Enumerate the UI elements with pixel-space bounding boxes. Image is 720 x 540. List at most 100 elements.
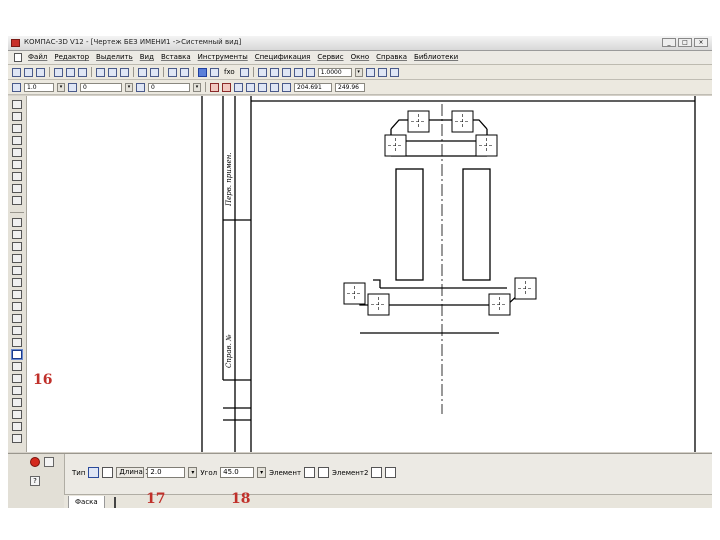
bezier-icon[interactable] — [12, 338, 22, 347]
element-keep-icon[interactable] — [318, 467, 330, 478]
new-document-icon[interactable] — [12, 67, 21, 77]
zoom-dropdown-icon[interactable]: ▾ — [354, 67, 363, 77]
layer-field[interactable]: 0 — [80, 82, 122, 92]
chamfer-type-length-angle-icon[interactable] — [88, 467, 100, 478]
toolbar-separator — [205, 82, 206, 92]
designations-icon[interactable] — [12, 124, 22, 133]
menu-tools[interactable]: Инструменты — [198, 53, 248, 61]
menu-help[interactable]: Справка — [376, 53, 407, 61]
cut-icon[interactable] — [96, 67, 105, 77]
format-brush-icon[interactable] — [138, 67, 147, 77]
auxiliary-line-icon[interactable] — [12, 230, 22, 239]
geometry-icon[interactable] — [12, 100, 22, 109]
round-icon[interactable] — [270, 82, 279, 92]
element2-keep-icon[interactable] — [385, 467, 397, 478]
zoom-all-icon[interactable] — [305, 67, 315, 77]
circle-icon[interactable] — [12, 254, 22, 263]
library-icon[interactable] — [150, 67, 159, 77]
drawing-canvas[interactable]: Перв. примен. Справ. № — [27, 96, 712, 452]
text-icon[interactable] — [12, 422, 22, 431]
maximize-button[interactable]: □ — [678, 38, 692, 47]
element2-trim-icon[interactable] — [371, 467, 383, 478]
snap-icon[interactable] — [210, 82, 219, 92]
open-folder-icon[interactable] — [24, 67, 33, 77]
angle-dropdown-icon[interactable]: ▾ — [257, 467, 267, 478]
zoom-field[interactable]: 1.0000 — [317, 67, 352, 77]
snap-settings-icon[interactable] — [222, 82, 231, 92]
spline-icon[interactable] — [12, 290, 22, 299]
local-cs-icon[interactable] — [258, 82, 267, 92]
length-field[interactable]: 2.0 — [147, 467, 186, 478]
pan-icon[interactable] — [365, 67, 375, 77]
document-icon[interactable] — [14, 53, 22, 62]
menu-insert[interactable]: Вставка — [161, 53, 191, 61]
orthogonal-icon[interactable] — [246, 82, 255, 92]
parametrize-icon[interactable] — [12, 148, 22, 157]
print-preview-icon[interactable] — [66, 67, 75, 77]
segment-icon[interactable] — [12, 242, 22, 251]
zoom-out-icon[interactable] — [281, 67, 291, 77]
stop-command-icon[interactable] — [30, 457, 40, 467]
polygon-icon[interactable] — [12, 386, 22, 395]
undo-icon[interactable] — [168, 67, 177, 77]
chamfer-type-lengths-icon[interactable] — [102, 467, 114, 478]
paste-icon[interactable] — [120, 67, 129, 77]
hatch-icon[interactable] — [12, 398, 22, 407]
manager-icon[interactable] — [198, 67, 207, 77]
refresh-icon[interactable] — [257, 67, 267, 77]
table-icon[interactable] — [12, 434, 22, 443]
fx-button[interactable]: fxo — [222, 68, 237, 76]
menu-view[interactable]: Вид — [140, 53, 154, 61]
offset-icon[interactable] — [12, 326, 22, 335]
angle-field[interactable]: 45.0 — [220, 467, 255, 478]
cursor-y-field[interactable]: 249.96 — [335, 82, 365, 92]
menu-libraries[interactable]: Библиотеки — [414, 53, 458, 61]
rectangle-icon[interactable] — [12, 374, 22, 383]
spec-icon[interactable] — [12, 184, 22, 193]
minimize-button[interactable]: _ — [662, 38, 676, 47]
arc-icon[interactable] — [12, 266, 22, 275]
rotate-icon[interactable] — [377, 67, 387, 77]
menu-select[interactable]: Выделить — [96, 53, 133, 61]
copy-icon[interactable] — [108, 67, 117, 77]
redo-icon[interactable] — [180, 67, 189, 77]
fill-icon[interactable] — [12, 410, 22, 419]
layer-dropdown-icon[interactable]: ▾ — [125, 82, 133, 92]
edit-icon[interactable] — [12, 136, 22, 145]
help-pointer-icon[interactable] — [239, 67, 249, 77]
create-object-icon[interactable] — [44, 457, 54, 467]
element-trim-icon[interactable] — [304, 467, 316, 478]
style-dropdown-icon[interactable]: ▾ — [193, 82, 201, 92]
polyline-icon[interactable] — [12, 302, 22, 311]
cursor-x-field[interactable]: 204.691 — [294, 82, 332, 92]
contour-icon[interactable] — [12, 314, 22, 323]
save-icon[interactable] — [36, 67, 45, 77]
scale-field[interactable]: 1.0 — [24, 82, 54, 92]
menu-service[interactable]: Сервис — [317, 53, 343, 61]
select-icon[interactable] — [12, 172, 22, 181]
print-icon[interactable] — [54, 67, 63, 77]
chamfer-icon[interactable] — [11, 349, 23, 360]
fillet-icon[interactable] — [12, 362, 22, 371]
length-dropdown-icon[interactable]: ▾ — [188, 467, 198, 478]
tab-chamfer[interactable]: Фаска — [68, 496, 105, 508]
dimensions-icon[interactable] — [12, 112, 22, 121]
ellipse-icon[interactable] — [12, 278, 22, 287]
close-button[interactable]: × — [694, 38, 708, 47]
scale-dropdown-icon[interactable]: ▾ — [57, 82, 65, 92]
properties-icon[interactable] — [78, 67, 87, 77]
reports-icon[interactable] — [12, 196, 22, 205]
style-field[interactable]: 0 — [148, 82, 190, 92]
zoom-in-icon[interactable] — [269, 67, 279, 77]
grid-icon[interactable] — [389, 67, 399, 77]
zoom-window-icon[interactable] — [293, 67, 303, 77]
point-icon[interactable] — [12, 218, 22, 227]
measure-icon[interactable] — [12, 160, 22, 169]
menu-editor[interactable]: Редактор — [54, 53, 89, 61]
variables-icon[interactable] — [210, 67, 219, 77]
snap-grid-icon[interactable] — [234, 82, 243, 92]
menu-specification[interactable]: Спецификация — [255, 53, 311, 61]
menu-window[interactable]: Окно — [351, 53, 370, 61]
menu-file[interactable]: Файл — [28, 53, 47, 61]
help-icon[interactable]: ? — [30, 476, 40, 486]
